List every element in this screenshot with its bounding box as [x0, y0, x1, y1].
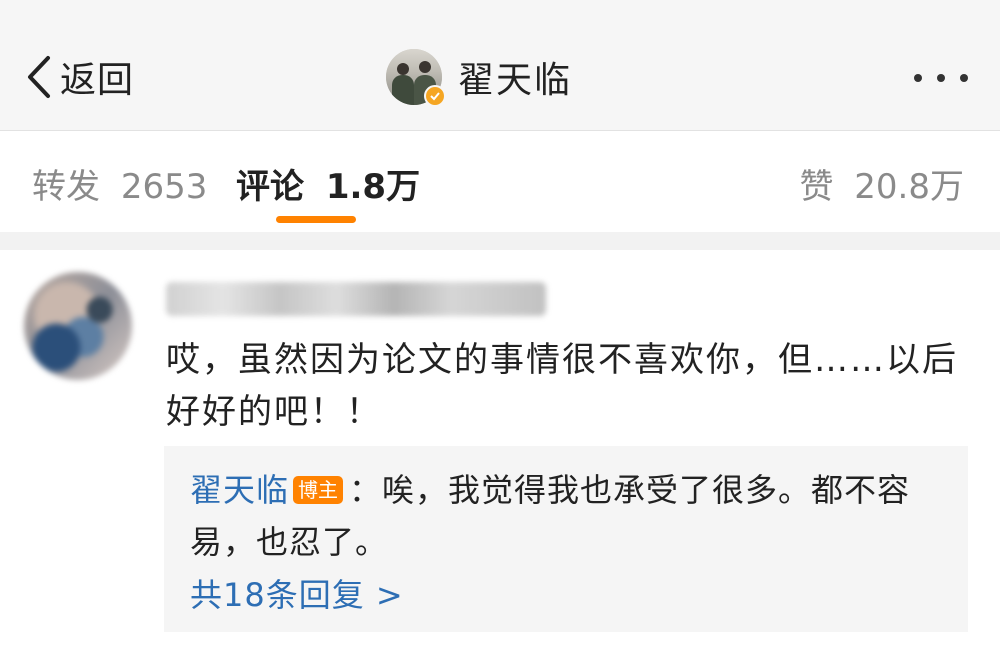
- reply-box[interactable]: 翟天临 博主 ：唉，我觉得我也承受了很多。都不容易，也忍了。 共18条回复 >: [164, 446, 968, 632]
- section-divider: [0, 232, 1000, 250]
- reply-author-link[interactable]: 翟天临: [190, 471, 289, 509]
- tab-likes-count: 20.8万: [854, 167, 964, 207]
- tab-comments-count: 1.8万: [325, 167, 421, 207]
- commenter-avatar[interactable]: [24, 272, 132, 380]
- more-options-button[interactable]: [914, 70, 968, 86]
- more-dots-icon: [960, 74, 968, 82]
- verified-badge-icon: [424, 85, 446, 107]
- tab-comments-label: 评论: [236, 167, 304, 207]
- back-button[interactable]: 返回: [24, 52, 134, 102]
- avatar[interactable]: [386, 49, 446, 107]
- tab-repost[interactable]: 转发 2653: [32, 159, 207, 208]
- more-dots-icon: [914, 74, 922, 82]
- page-title: 翟天临: [458, 60, 573, 101]
- chevron-left-icon: [28, 56, 50, 98]
- blogger-badge: 博主: [293, 476, 344, 504]
- more-dots-icon: [937, 74, 945, 82]
- view-all-replies-link[interactable]: 共18条回复 >: [190, 570, 404, 616]
- back-label: 返回: [60, 60, 135, 101]
- comment-text: 哎，虽然因为论文的事情很不喜欢你，但……以后好好的吧！！: [166, 340, 958, 432]
- reply-separator: ：: [349, 471, 383, 509]
- tab-bar: 转发 2653 评论 1.8万 赞 20.8万: [0, 131, 1000, 232]
- tab-repost-count: 2653: [120, 167, 208, 207]
- tab-likes[interactable]: 赞 20.8万: [799, 159, 964, 208]
- active-tab-indicator: [276, 216, 356, 223]
- tab-likes-label: 赞: [799, 167, 834, 207]
- commenter-name-blurred[interactable]: [166, 282, 546, 316]
- tab-comments[interactable]: 评论 1.8万: [236, 159, 420, 208]
- profile-title[interactable]: 翟天临: [386, 48, 573, 107]
- tab-repost-label: 转发: [32, 167, 100, 207]
- reply-content: 翟天临 博主 ：唉，我觉得我也承受了很多。都不容易，也忍了。: [190, 464, 930, 568]
- top-bar: 返回 翟天临: [0, 0, 1000, 131]
